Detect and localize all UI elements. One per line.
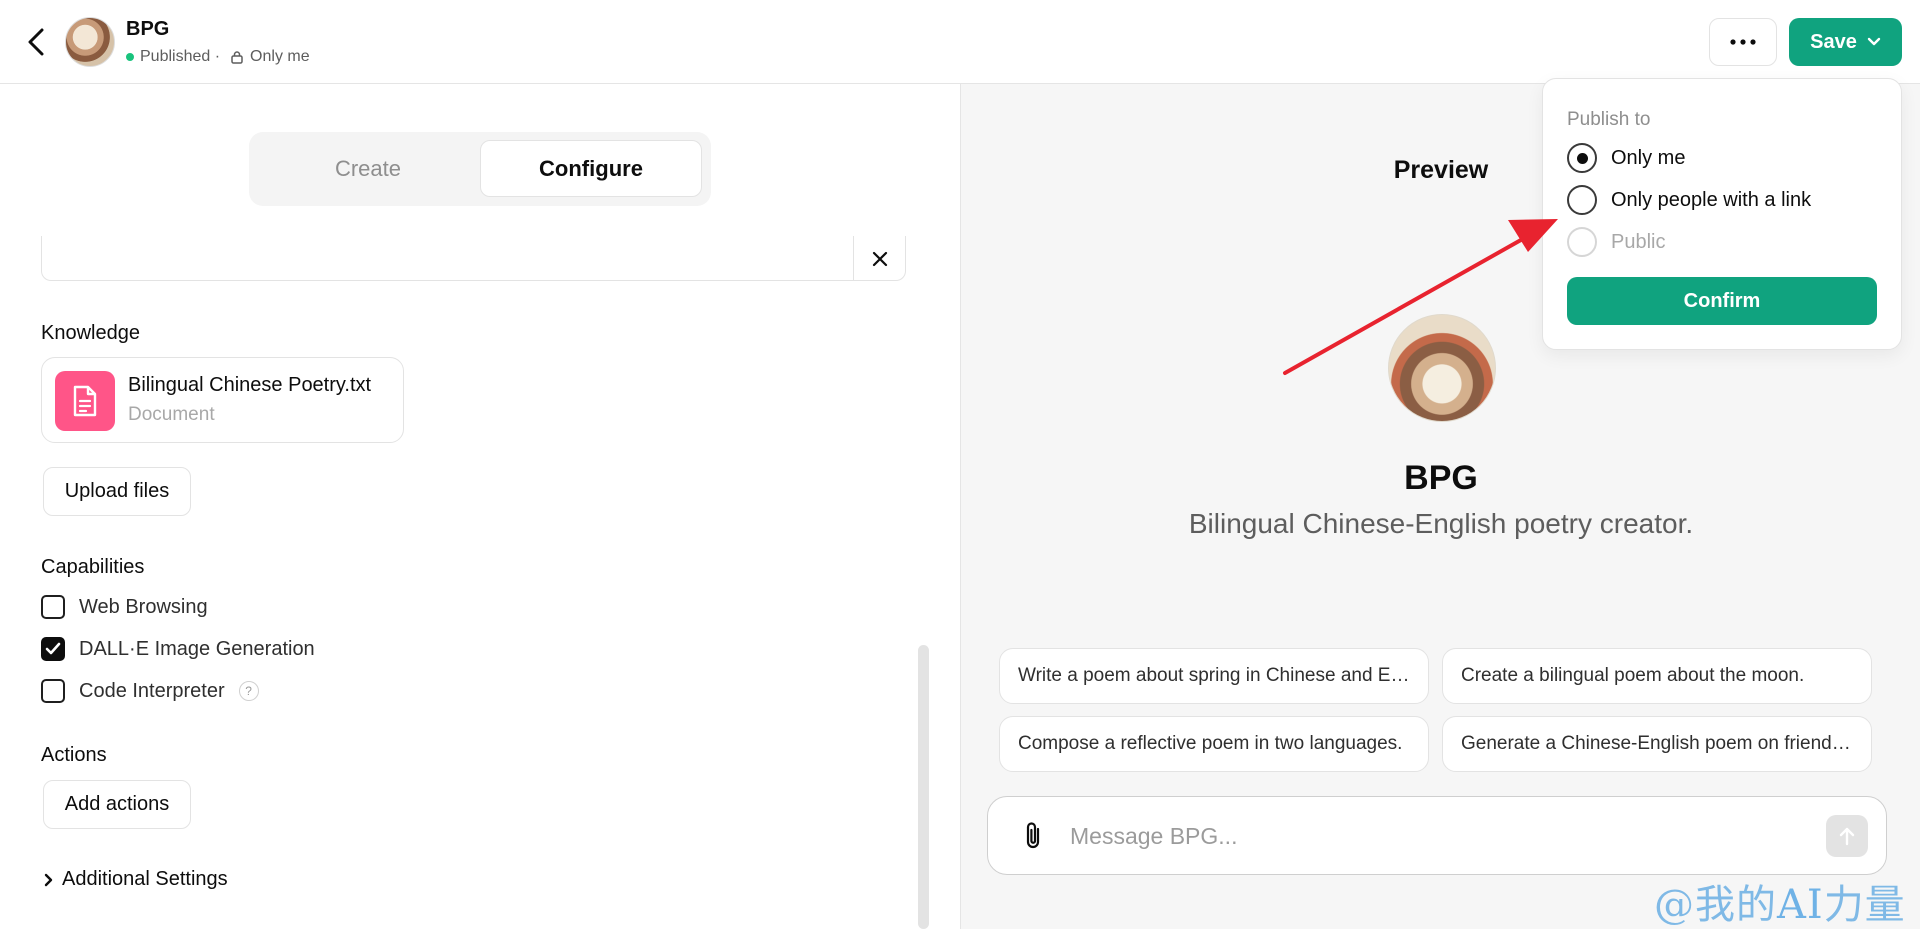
lock-icon xyxy=(230,50,244,64)
mode-tabs: Create Configure xyxy=(249,132,711,206)
configure-panel: Create Configure Knowledge Bilingual Chi… xyxy=(0,84,960,929)
gpt-title: BPG xyxy=(126,18,170,40)
publish-to-label: Publish to xyxy=(1567,109,1651,130)
watermark-prefix: @我的 xyxy=(1654,882,1777,928)
capability-web-browsing[interactable]: Web Browsing xyxy=(41,595,208,619)
checkmark-icon xyxy=(45,642,61,655)
watermark-ai: AI xyxy=(1777,882,1824,928)
dalle-checkbox[interactable] xyxy=(41,637,65,661)
published-dot-icon xyxy=(126,53,134,61)
message-composer xyxy=(987,796,1887,875)
save-label: Save xyxy=(1810,30,1857,53)
capability-label: Web Browsing xyxy=(79,595,208,618)
save-button[interactable]: Save xyxy=(1789,18,1902,66)
gpt-avatar xyxy=(65,17,115,67)
help-icon[interactable]: ? xyxy=(238,681,259,701)
suggestion-text: Compose a reflective poem in two languag… xyxy=(1018,733,1403,754)
visibility-label: Only me xyxy=(250,48,310,65)
additional-settings-label: Additional Settings xyxy=(62,868,228,890)
publish-status: Published · Only me xyxy=(126,48,310,66)
top-bar: BPG Published · Only me Save xyxy=(0,0,1920,84)
web-browsing-checkbox[interactable] xyxy=(41,595,65,619)
publish-option-public: Public xyxy=(1567,227,1665,257)
capability-label: DALL·E Image Generation xyxy=(79,637,315,660)
starter-suggestion[interactable]: Compose a reflective poem in two languag… xyxy=(999,716,1429,772)
close-icon[interactable] xyxy=(853,236,905,281)
suggestion-text: Write a poem about spring in Chinese and… xyxy=(1018,665,1410,686)
file-name: Bilingual Chinese Poetry.txt xyxy=(128,374,372,396)
send-arrow-icon[interactable] xyxy=(1826,815,1868,857)
option-label: Public xyxy=(1611,230,1666,253)
scrollbar[interactable] xyxy=(918,645,929,929)
capability-dalle[interactable]: DALL·E Image Generation xyxy=(41,637,315,661)
upload-files-button[interactable]: Upload files xyxy=(43,467,191,516)
capabilities-label: Capabilities xyxy=(41,556,145,578)
watermark: @我的AI力量 xyxy=(1654,872,1906,929)
more-dots-icon xyxy=(1730,39,1756,45)
option-label: Only me xyxy=(1611,146,1686,169)
knowledge-label: Knowledge xyxy=(41,322,140,344)
bot-avatar xyxy=(1388,314,1496,422)
publish-popover: Publish to Only me Only people with a li… xyxy=(1542,78,1902,350)
capability-label: Code Interpreter xyxy=(79,679,225,702)
bot-description: Bilingual Chinese-English poetry creator… xyxy=(1188,508,1694,539)
starter-suggestion[interactable]: Generate a Chinese-English poem on frien… xyxy=(1442,716,1872,772)
option-label: Only people with a link xyxy=(1611,188,1812,211)
file-type: Document xyxy=(128,404,215,425)
chevron-down-icon xyxy=(1867,37,1881,46)
only-me-radio[interactable] xyxy=(1567,143,1597,173)
link-radio[interactable] xyxy=(1567,185,1597,215)
confirm-button[interactable]: Confirm xyxy=(1567,277,1877,325)
starter-suggestion[interactable]: Write a poem about spring in Chinese and… xyxy=(999,648,1429,704)
knowledge-file-card[interactable]: Bilingual Chinese Poetry.txt Document xyxy=(41,357,404,443)
add-actions-button[interactable]: Add actions xyxy=(43,780,191,829)
paperclip-icon[interactable] xyxy=(1016,819,1050,853)
tab-configure[interactable]: Configure xyxy=(480,140,702,197)
publish-option-link[interactable]: Only people with a link xyxy=(1567,185,1811,215)
conversation-starter-field[interactable] xyxy=(41,236,906,281)
capability-code-interpreter[interactable]: Code Interpreter ? xyxy=(41,679,259,703)
starter-suggestion[interactable]: Create a bilingual poem about the moon. xyxy=(1442,648,1872,704)
code-interpreter-checkbox[interactable] xyxy=(41,679,65,703)
more-options-button[interactable] xyxy=(1709,18,1777,66)
public-radio xyxy=(1567,227,1597,257)
publish-option-only-me[interactable]: Only me xyxy=(1567,143,1685,173)
document-icon xyxy=(55,371,115,431)
tab-create[interactable]: Create xyxy=(257,140,479,197)
additional-settings-toggle[interactable]: Additional Settings xyxy=(44,868,228,891)
suggestion-text: Generate a Chinese-English poem on frien… xyxy=(1461,733,1853,754)
message-input[interactable] xyxy=(1070,815,1790,857)
published-label: Published · xyxy=(140,48,221,65)
actions-label: Actions xyxy=(41,744,107,766)
watermark-suffix: 力量 xyxy=(1823,882,1906,928)
suggestion-text: Create a bilingual poem about the moon. xyxy=(1461,665,1805,686)
chevron-right-icon xyxy=(44,873,53,886)
back-arrow-icon[interactable] xyxy=(22,26,50,58)
bot-name: BPG xyxy=(1404,459,1478,497)
